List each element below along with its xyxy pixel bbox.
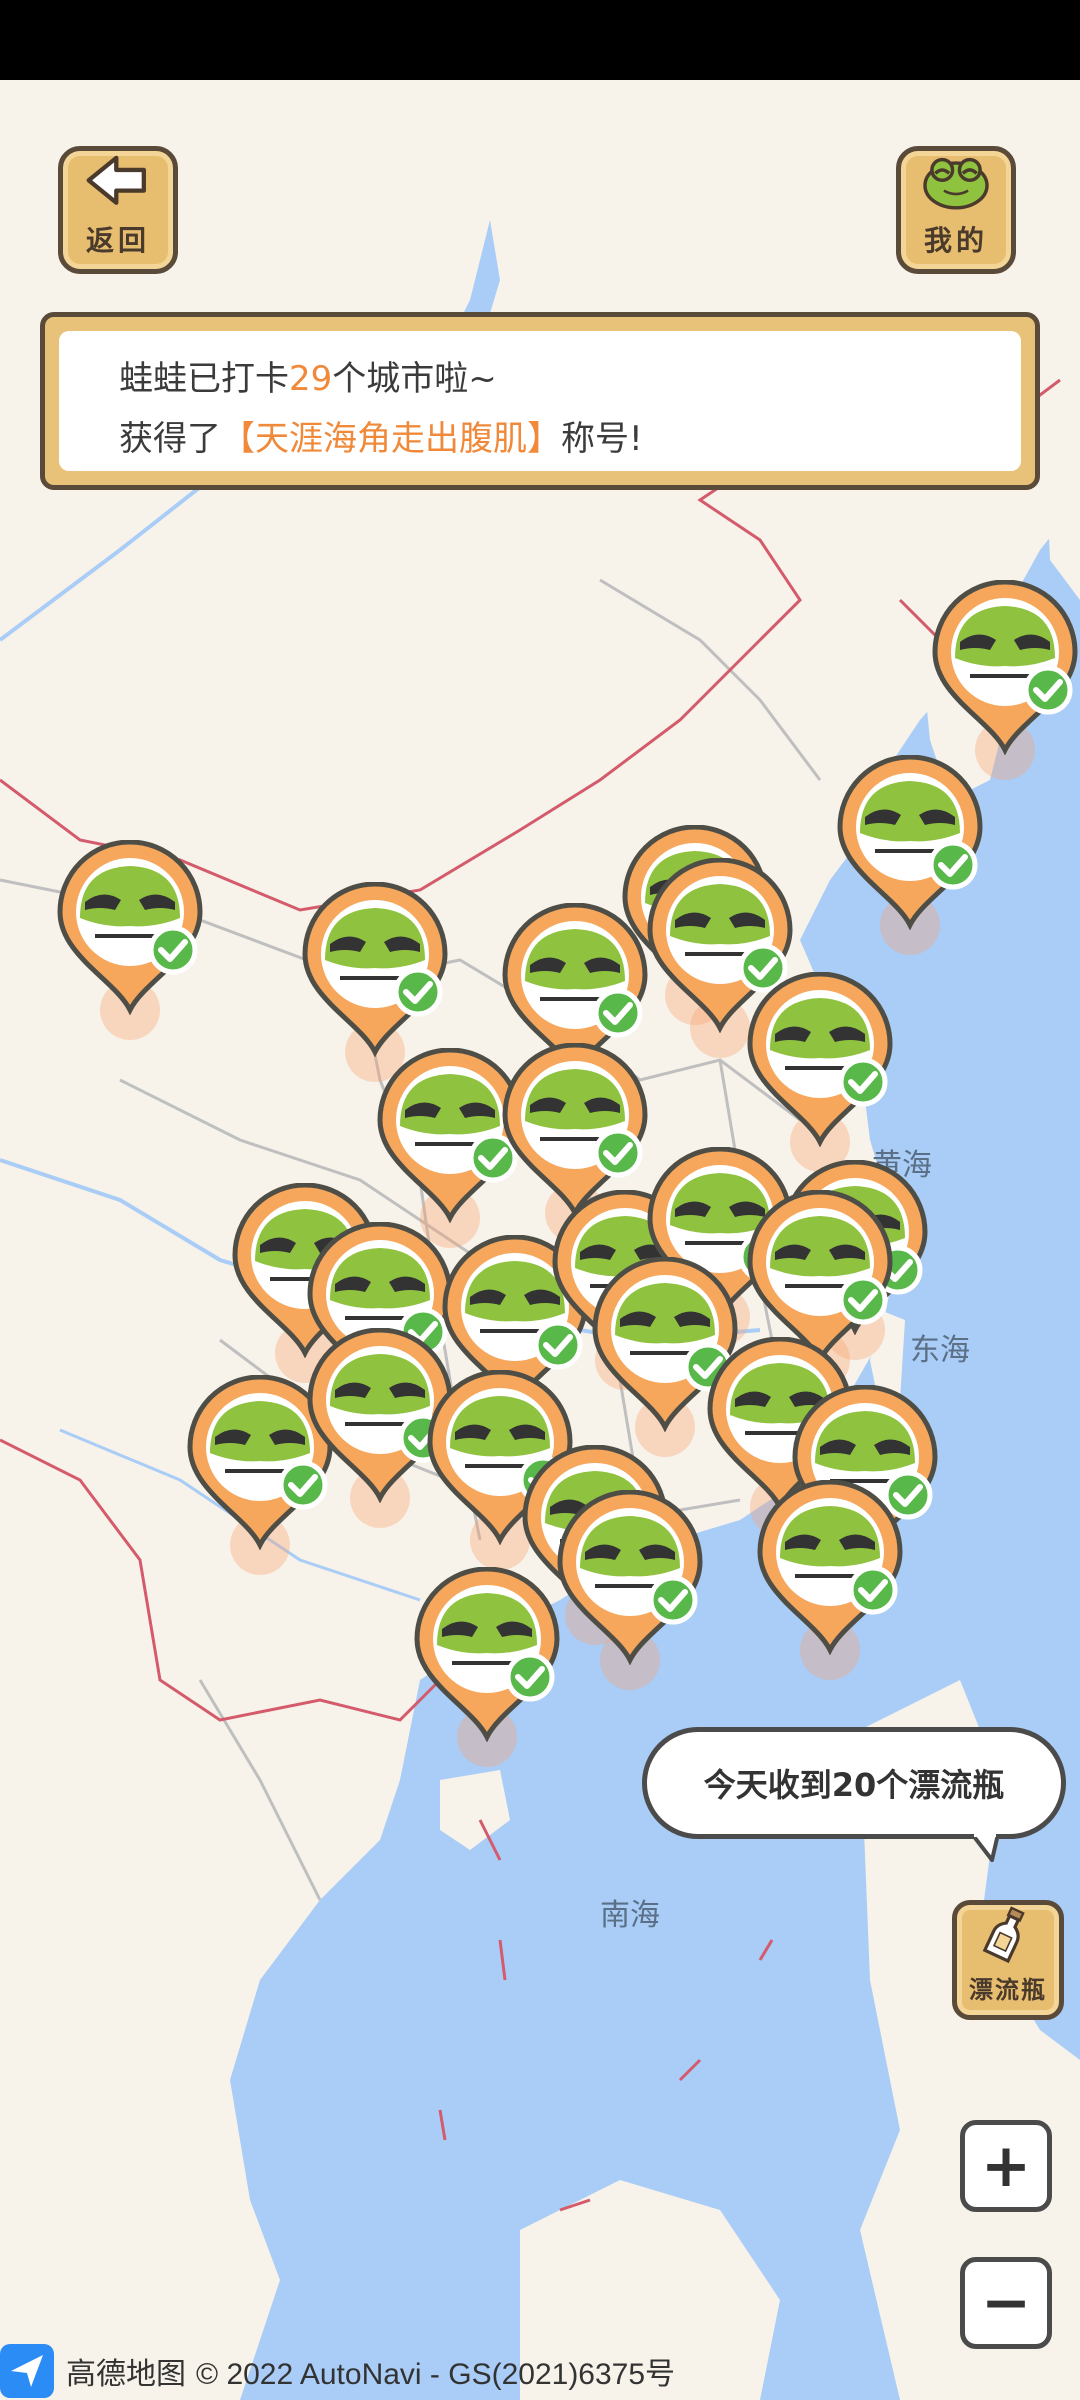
sea-label-south: 南海 (600, 1898, 660, 1933)
banner-line-1: 蛙蛙已打卡29个城市啦~ (119, 349, 961, 409)
zoom-in-button[interactable]: + (960, 2120, 1052, 2212)
bottle-icon (982, 1906, 1025, 1964)
city-pin-frog-icon[interactable] (300, 882, 450, 1082)
city-count: 29 (289, 359, 333, 399)
drift-bubble-text: 今天收到20个漂流瓶 (703, 1766, 1005, 1804)
amap-logo-text: 高德地图 (66, 2358, 186, 2391)
earned-title: 【天涯海角走出腹肌】 (221, 419, 561, 459)
amap-logo-icon (0, 2344, 54, 2398)
status-bar (0, 0, 1080, 80)
minus-icon: − (980, 2268, 1032, 2338)
banner-line-2-prefix: 获得了 (119, 419, 221, 459)
city-pin-frog-icon[interactable] (835, 755, 985, 955)
drift-bottle-button[interactable]: 漂流瓶 (952, 1900, 1064, 2020)
achievement-banner: 蛙蛙已打卡29个城市啦~ 获得了【天涯海角走出腹肌】称号! (40, 312, 1040, 490)
mine-label: 我的 (923, 224, 988, 257)
zoom-out-button[interactable]: − (960, 2257, 1052, 2349)
back-button[interactable]: 返回 (58, 146, 178, 274)
back-arrow-icon (86, 155, 146, 205)
city-pin-frog-icon[interactable] (745, 972, 895, 1172)
banner-line-2: 获得了【天涯海角走出腹肌】称号! (119, 409, 961, 469)
city-pin-frog-icon[interactable] (930, 580, 1080, 780)
banner-text-box: 蛙蛙已打卡29个城市啦~ 获得了【天涯海角走出腹肌】称号! (59, 331, 1021, 471)
banner-line-1-prefix: 蛙蛙已打卡 (119, 359, 289, 399)
bubble-tail (970, 1834, 1000, 1862)
frog-face-icon (923, 157, 989, 210)
city-pin-frog-icon[interactable] (412, 1567, 562, 1767)
city-pin-frog-icon[interactable] (555, 1490, 705, 1690)
drift-bottle-label: 漂流瓶 (969, 1976, 1047, 2004)
copyright-text: © 2022 AutoNavi - GS(2021)6375号 (196, 2358, 676, 2391)
banner-line-2-suffix: 称号! (561, 419, 643, 459)
banner-line-1-suffix: 个城市啦~ (332, 359, 497, 399)
city-pin-frog-icon[interactable] (755, 1480, 905, 1680)
back-label: 返回 (85, 224, 150, 257)
plus-icon: + (980, 2131, 1032, 2201)
map-attribution: 高德地图 © 2022 AutoNavi - GS(2021)6375号 (0, 2342, 675, 2400)
city-pin-frog-icon[interactable] (55, 840, 205, 1040)
mine-button[interactable]: 我的 (896, 146, 1016, 274)
drift-bottle-bubble: 今天收到20个漂流瓶 (642, 1727, 1066, 1839)
